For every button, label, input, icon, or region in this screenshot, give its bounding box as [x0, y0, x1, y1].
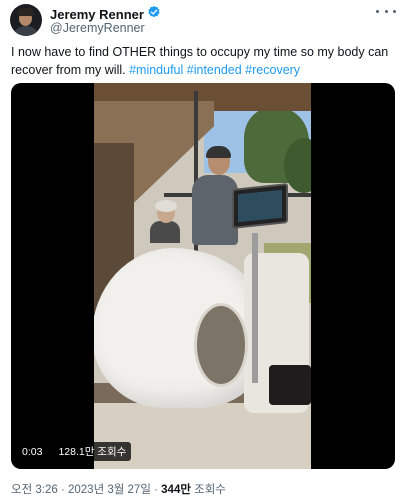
- avatar-hair: [17, 8, 34, 16]
- meta-separator: ·: [60, 484, 65, 496]
- person-hair: [206, 146, 231, 158]
- tweet-time[interactable]: 오전 3:26: [11, 484, 58, 496]
- tweet-view-count: 344만: [161, 484, 191, 496]
- background-person: [150, 221, 180, 243]
- video-status-bar: 0:03 128.1만 조회수: [17, 442, 132, 461]
- tufted-bench: [269, 365, 311, 405]
- video-player[interactable]: 0:03 128.1만 조회수: [11, 83, 395, 469]
- video-view-count: 128.1만 조회수: [53, 442, 132, 461]
- video-frame: [94, 83, 311, 469]
- avatar[interactable]: [10, 4, 42, 36]
- treadmill-pole: [252, 233, 258, 383]
- author-name[interactable]: Jeremy Renner: [50, 7, 144, 22]
- meta-separator: ·: [154, 484, 158, 496]
- author-handle[interactable]: @JeremyRenner: [50, 21, 145, 35]
- hashtag-minduful[interactable]: #minduful: [129, 63, 183, 77]
- hashtag-recovery[interactable]: #recovery: [245, 63, 300, 77]
- treadmill-console: [232, 183, 288, 229]
- avatar-shoulders: [13, 26, 39, 36]
- treadmill-window: [194, 303, 248, 387]
- tweet-view-label: 조회수: [194, 484, 226, 496]
- tweet-date[interactable]: 2023년 3월 27일: [68, 484, 151, 496]
- more-options-icon[interactable]: [376, 4, 396, 18]
- tweet-text: I now have to find OTHER things to occup…: [11, 43, 396, 79]
- background-person-hair: [155, 200, 177, 212]
- video-elapsed-time: 0:03: [17, 443, 48, 460]
- verified-badge-icon: [147, 5, 161, 24]
- tweet-meta: 오전 3:26 · 2023년 3월 27일 · 344만 조회수: [11, 481, 226, 497]
- tree: [284, 138, 311, 193]
- hashtag-intended[interactable]: #intended: [187, 63, 242, 77]
